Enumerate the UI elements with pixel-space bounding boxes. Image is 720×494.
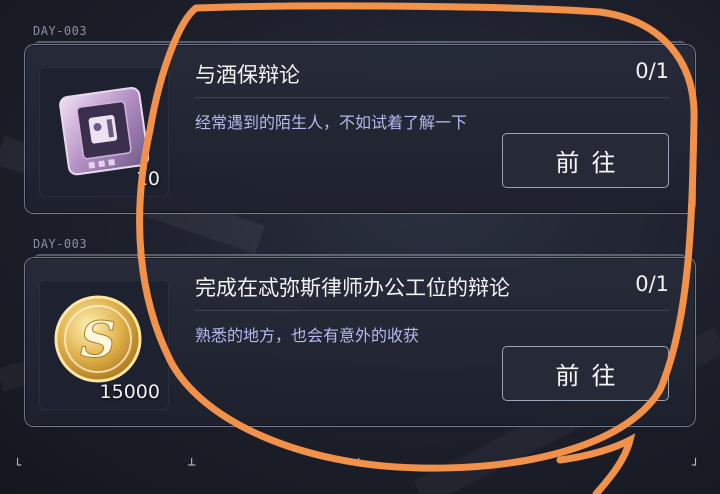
corner-mark-icon: ┘ [692,458,700,472]
task-description: 经常遇到的陌生人，不如试着了解一下 [195,113,468,132]
go-button[interactable]: 前往 [502,133,669,188]
reward-quantity: 10 [135,168,160,190]
reward-quantity: 15000 [99,381,160,403]
task-card: 10 与酒保辩论 0/1 经常遇到的陌生人，不如试着了解一下 前往 [24,41,696,214]
svg-text:S: S [80,310,116,369]
day-tag: DAY-003 [33,237,88,251]
reward-slot[interactable]: 10 [39,67,169,197]
task-title: 与酒保辩论 [195,63,300,87]
tick-mark-icon: ┴ [188,458,196,472]
title-divider [195,310,669,311]
task-title: 完成在忒弥斯律师办公工位的辩论 [195,276,510,300]
task-card: S 15000 完成在忒弥斯律师办公工位的辩论 0/1 熟悉的地方，也会有意外的… [24,254,696,427]
task-progress: 0/1 [635,59,669,83]
reward-slot[interactable]: S 15000 [39,280,169,410]
day-tag: DAY-003 [33,24,88,38]
task-description: 熟悉的地方，也会有意外的收获 [195,326,420,345]
task-progress: 0/1 [635,272,669,296]
go-button[interactable]: 前往 [502,346,669,401]
tick-mark-icon: ┴ [355,458,363,472]
title-divider [195,97,669,98]
corner-mark-icon: └ [14,458,22,472]
